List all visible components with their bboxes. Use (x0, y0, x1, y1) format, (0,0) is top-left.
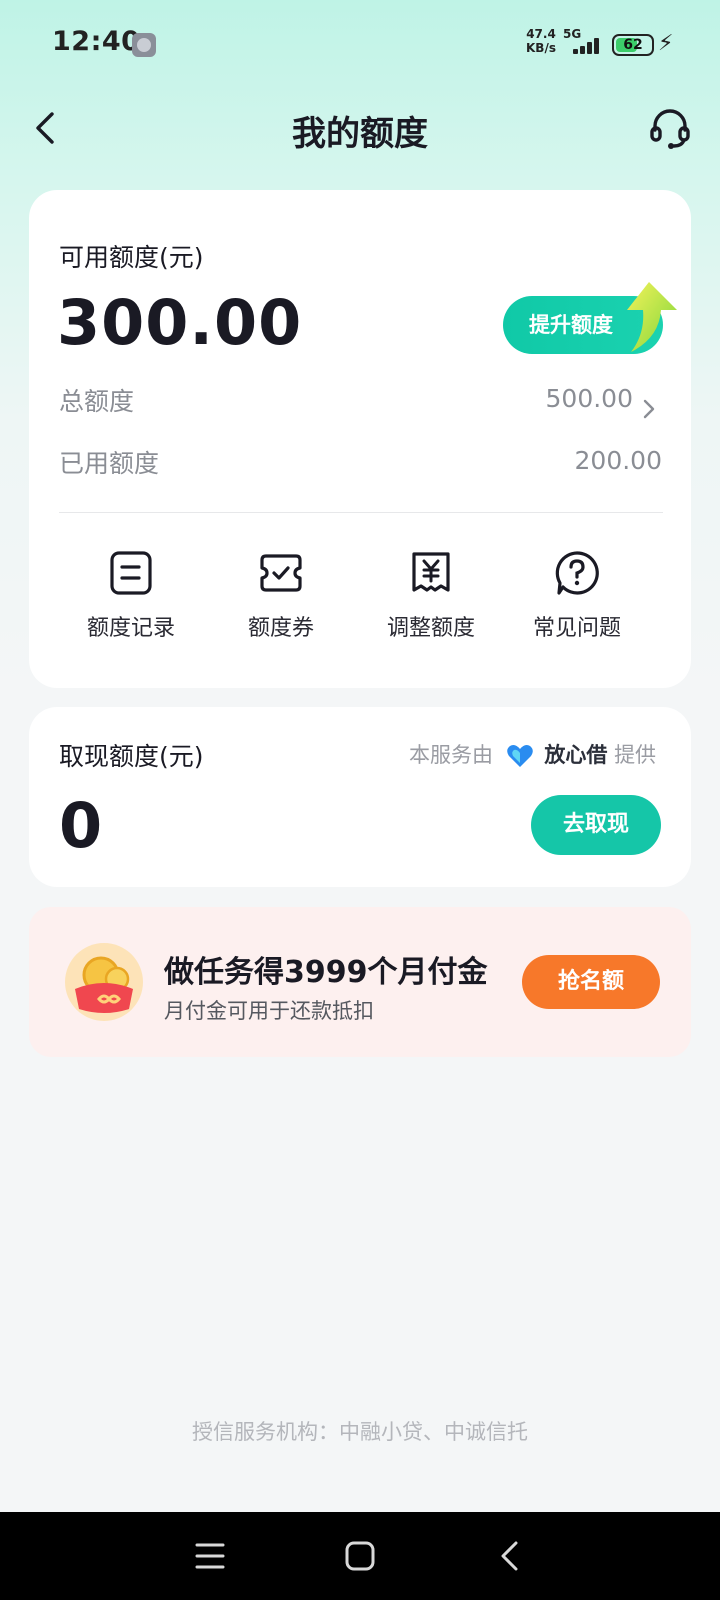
up-arrow-icon (627, 282, 677, 352)
yuan-icon (412, 552, 450, 592)
notification-icon (132, 33, 156, 57)
total-credit-label: 总额度 (59, 387, 135, 416)
chevron-right-icon[interactable] (641, 398, 657, 420)
battery-icon: 62 (612, 34, 654, 56)
charging-icon: ⚡ (658, 31, 674, 56)
credit-institution-note: 授信服务机构：中融小贷、中诚信托 (192, 1420, 528, 1444)
network-speed-value: 47.4 (526, 27, 556, 41)
withdraw-credit-amount: 0 (59, 789, 103, 862)
action-label: 额度记录 (86, 616, 175, 641)
action-label: 额度券 (247, 616, 314, 641)
action-adjust-credit[interactable]: 调整额度 (361, 550, 501, 650)
record-icon (110, 551, 152, 595)
credit-card: 可用额度(元) 300.00 提升额度 总额度 500.00 已用额度 200.… (29, 190, 691, 688)
total-credit-value[interactable]: 500.00 (546, 384, 633, 413)
withdraw-card: 取现额度(元) 本服务由 放心借 提供 0 去取现 (29, 707, 691, 887)
used-credit-label: 已用额度 (59, 449, 160, 478)
battery-level: 62 (623, 37, 643, 53)
action-credit-coupon[interactable]: 额度券 (211, 550, 351, 650)
home-square-icon (345, 1541, 375, 1571)
status-bar: 12:40 47.4 KB/s 5G 62 ⚡ (0, 0, 720, 88)
coupon-icon (260, 554, 302, 592)
provider-logo-icon (506, 745, 533, 767)
provider-prefix: 本服务由 (409, 743, 493, 767)
page-title: 我的额度 (292, 114, 428, 154)
used-credit-value: 200.00 (574, 446, 662, 475)
promo-banner[interactable]: 做任务得3999个月付金 月付金可用于还款抵扣 抢名额 (29, 907, 691, 1057)
promo-subtitle: 月付金可用于还款抵扣 (164, 999, 374, 1023)
grab-spot-button[interactable]: 抢名额 (522, 955, 660, 1009)
menu-button[interactable] (188, 1534, 232, 1578)
action-credit-record[interactable]: 额度记录 (61, 550, 201, 650)
network-speed: 47.4 KB/s (526, 27, 556, 55)
withdraw-button[interactable]: 去取现 (531, 795, 661, 855)
headset-icon (650, 109, 690, 149)
header: 我的额度 (0, 88, 720, 168)
action-label: 常见问题 (532, 616, 621, 641)
coin-pouch-icon (65, 943, 143, 1021)
status-time: 12:40 (52, 26, 141, 57)
provider-suffix: 提供 (614, 743, 657, 767)
provider-name: 放心借 (544, 743, 608, 767)
system-back-button[interactable] (488, 1534, 532, 1578)
back-triangle-icon (501, 1541, 518, 1571)
withdraw-credit-label: 取现额度(元) (59, 742, 204, 771)
available-credit-label: 可用额度(元) (59, 243, 204, 272)
menu-icon (195, 1543, 225, 1569)
home-button[interactable] (338, 1534, 382, 1578)
customer-service-button[interactable] (646, 104, 694, 152)
signal-icon (565, 38, 599, 54)
action-faq[interactable]: 常见问题 (507, 550, 647, 650)
system-nav-bar (0, 1512, 720, 1600)
divider (59, 512, 663, 513)
network-speed-unit: KB/s (526, 41, 556, 55)
promo-title: 做任务得3999个月付金 (164, 955, 488, 990)
available-credit-amount: 300.00 (57, 286, 303, 359)
question-icon (555, 551, 599, 595)
service-provider: 本服务由 放心借 提供 (409, 739, 656, 769)
action-label: 调整额度 (386, 616, 475, 641)
